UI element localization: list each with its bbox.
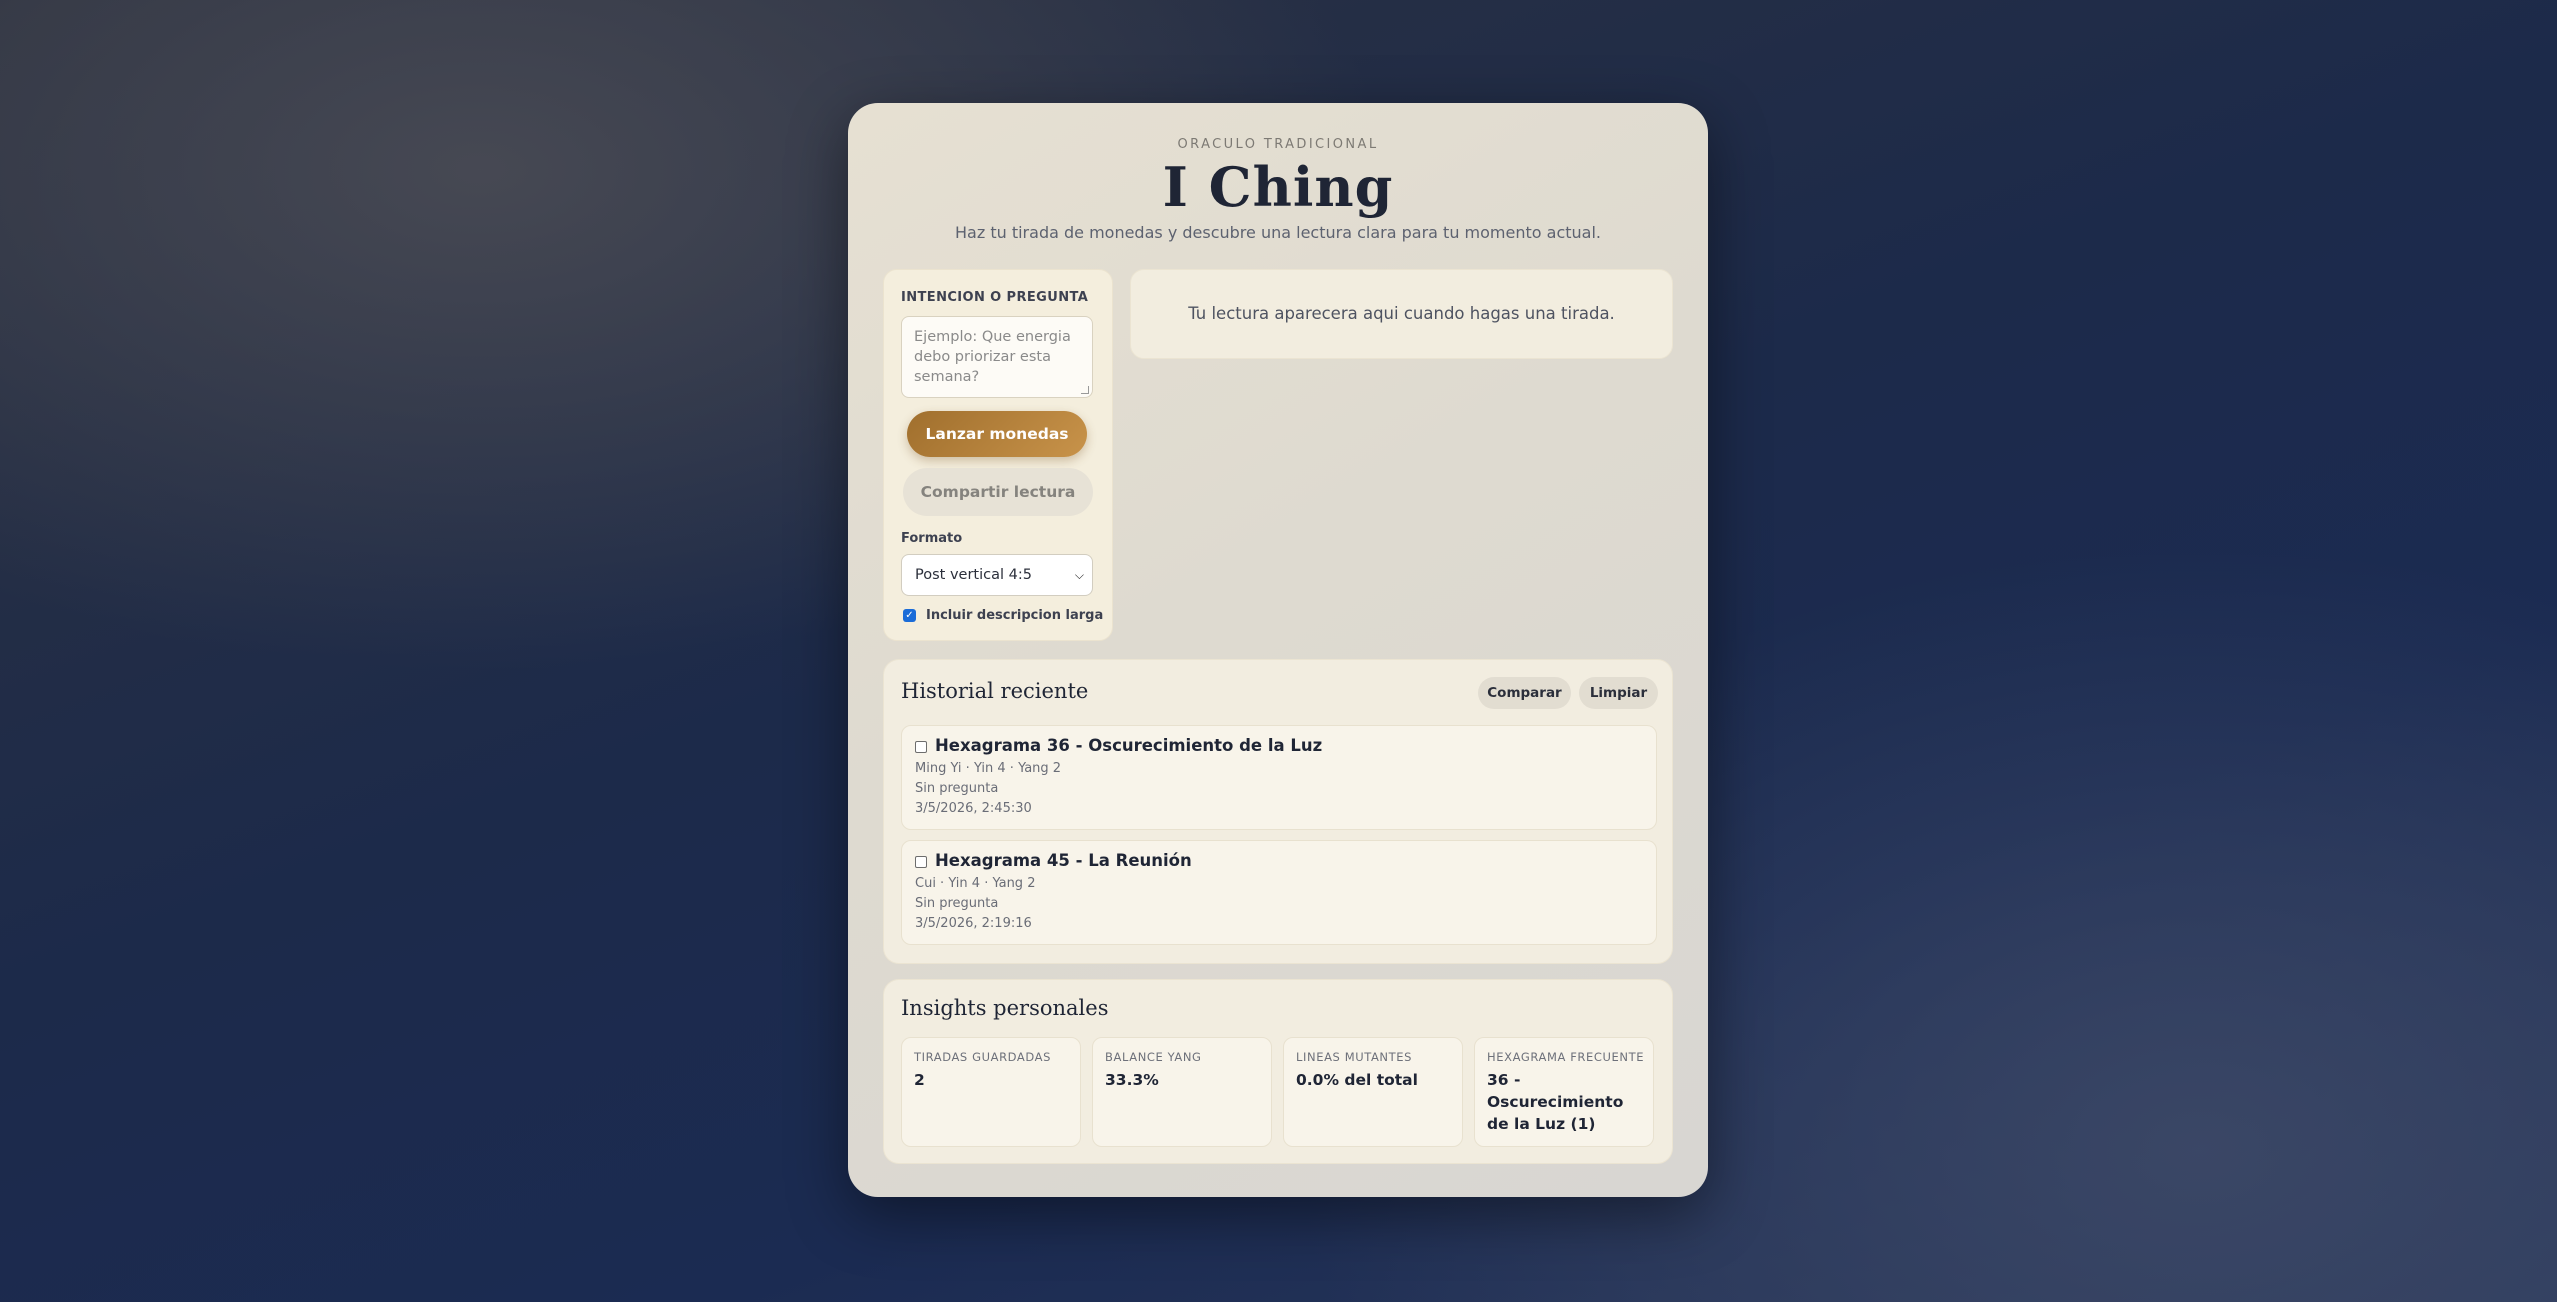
format-select[interactable]: Post vertical 4:5 ⌵ xyxy=(901,554,1093,596)
stat-label: TIRADAS GUARDADAS xyxy=(914,1050,1052,1064)
entry-meta: Ming Yi · Yin 4 · Yang 2 xyxy=(915,761,1062,776)
question-textarea[interactable]: Ejemplo: Que energia debo priorizar esta… xyxy=(901,316,1093,398)
eyebrow-label: ORACULO TRADICIONAL xyxy=(1177,137,1379,152)
entry-question: Sin pregunta xyxy=(915,781,999,796)
reading-empty-text: Tu lectura aparecera aqui cuando hagas u… xyxy=(1188,304,1615,323)
chevron-down-icon: ⌵ xyxy=(1074,568,1084,582)
long-description-label: Incluir descripcion larga xyxy=(926,607,1104,623)
oracle-card: ORACULO TRADICIONAL I Ching Haz tu tirad… xyxy=(848,103,1708,1197)
entry-title: Hexagrama 36 - Oscurecimiento de la Luz xyxy=(935,736,1323,755)
compare-button[interactable]: Comparar xyxy=(1478,677,1571,709)
stat-label: BALANCE YANG xyxy=(1105,1050,1202,1064)
clear-button[interactable]: Limpiar xyxy=(1579,677,1658,709)
stat-label: LINEAS MUTANTES xyxy=(1296,1050,1413,1064)
stat-value: 0.0% del total xyxy=(1296,1071,1418,1089)
page-subtitle: Haz tu tirada de monedas y descubre una … xyxy=(955,223,1601,242)
history-title: Historial reciente xyxy=(901,679,1089,703)
stat-card-saved-casts: TIRADAS GUARDADAS 2 xyxy=(901,1037,1081,1147)
question-placeholder: Ejemplo: Que energia debo priorizar esta… xyxy=(914,329,1071,385)
insights-panel: Insights personales TIRADAS GUARDADAS 2 … xyxy=(883,979,1673,1164)
stat-card-yang-balance: BALANCE YANG 33.3% xyxy=(1092,1037,1272,1147)
stat-card-changing-lines: LINEAS MUTANTES 0.0% del total xyxy=(1283,1037,1463,1147)
stat-label: HEXAGRAMA FRECUENTE xyxy=(1487,1050,1645,1064)
format-selected-value: Post vertical 4:5 xyxy=(915,567,1032,583)
entry-date: 3/5/2026, 2:19:16 xyxy=(915,916,1032,931)
stat-value: 2 xyxy=(914,1071,925,1089)
format-label: Formato xyxy=(901,531,963,546)
history-entry[interactable]: Hexagrama 45 - La Reunión Cui · Yin 4 · … xyxy=(901,840,1657,945)
history-entry[interactable]: Hexagrama 36 - Oscurecimiento de la Luz … xyxy=(901,725,1657,830)
page-title: I Ching xyxy=(1162,155,1394,219)
controls-panel: INTENCION O PREGUNTA Ejemplo: Que energi… xyxy=(883,269,1113,641)
entry-question: Sin pregunta xyxy=(915,896,999,911)
entry-select-checkbox[interactable] xyxy=(915,856,927,868)
entry-select-checkbox[interactable] xyxy=(915,741,927,753)
share-reading-button[interactable]: Compartir lectura xyxy=(903,468,1093,516)
resize-grip-icon[interactable] xyxy=(1081,386,1089,394)
history-panel: Historial reciente Comparar Limpiar Hexa… xyxy=(883,659,1673,964)
insights-title: Insights personales xyxy=(901,996,1109,1020)
question-label: INTENCION O PREGUNTA xyxy=(901,290,1089,305)
reading-result-panel: Tu lectura aparecera aqui cuando hagas u… xyxy=(1130,269,1673,359)
entry-title: Hexagrama 45 - La Reunión xyxy=(935,851,1192,870)
cast-coins-button[interactable]: Lanzar monedas xyxy=(907,411,1087,457)
entry-meta: Cui · Yin 4 · Yang 2 xyxy=(915,876,1036,891)
stat-card-frequent-hexagram: HEXAGRAMA FRECUENTE 36 - Oscurecimiento … xyxy=(1474,1037,1654,1147)
long-description-option[interactable]: ✓ Incluir descripcion larga xyxy=(903,606,1103,624)
stat-value: 36 - Oscurecimiento de la Luz (1) xyxy=(1487,1071,1624,1133)
long-description-checkbox[interactable]: ✓ xyxy=(903,608,916,622)
stat-value: 33.3% xyxy=(1105,1071,1159,1089)
entry-date: 3/5/2026, 2:45:30 xyxy=(915,801,1032,816)
